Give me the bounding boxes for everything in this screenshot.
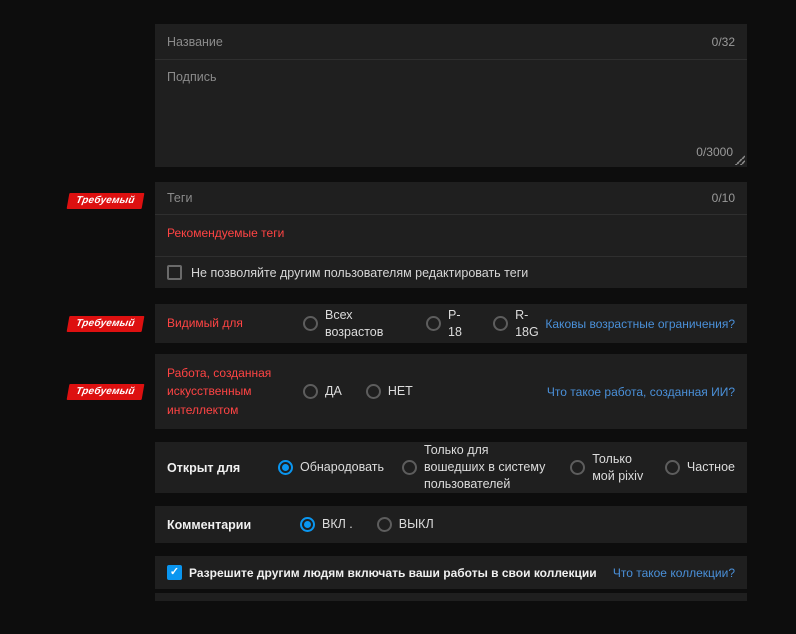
comments-row: Комментарии ВКЛ . ВЫКЛ — [0, 506, 796, 543]
radio-option-logged-in-only[interactable]: Только для вошедших в систему пользовате… — [402, 442, 552, 493]
radio-icon — [402, 460, 418, 475]
gutter — [0, 442, 155, 493]
title-caption-row: 0/32 0/3000 — [0, 24, 796, 167]
gutter: Требуемый — [0, 182, 155, 288]
age-restriction-help-link[interactable]: Каковы возрастные ограничения? — [545, 317, 735, 331]
ai-generated-options: ДА НЕТ — [303, 383, 413, 400]
ai-generated-help-link[interactable]: Что такое работа, созданная ИИ? — [547, 385, 735, 399]
required-badge: Требуемый — [67, 193, 145, 209]
title-input[interactable] — [167, 34, 712, 49]
radio-option-comments-on[interactable]: ВКЛ . — [300, 516, 353, 533]
tags-panel: 0/10 Рекомендуемые теги Не позволяйте др… — [155, 182, 747, 288]
caption-field: 0/3000 — [155, 60, 747, 167]
gutter: Требуемый — [0, 304, 155, 343]
ai-generated-row: Требуемый Работа, созданная искусственны… — [0, 354, 796, 429]
gutter — [0, 556, 155, 589]
radio-icon — [376, 517, 392, 532]
ai-generated-label: Работа, созданная искусственным интеллек… — [167, 365, 272, 417]
check-icon: ✓ — [169, 566, 180, 578]
comments-label: Комментарии — [167, 517, 252, 532]
radio-label: НЕТ — [387, 384, 413, 399]
radio-option-ai-no[interactable]: НЕТ — [365, 383, 413, 400]
radio-option-r18g[interactable]: R-18G — [493, 307, 545, 341]
collections-label: Разрешите другим людям включать ваши раб… — [189, 565, 597, 580]
radio-option-mypixiv-only[interactable]: Только мой pixiv — [570, 451, 647, 485]
title-field-row: 0/32 — [155, 24, 747, 59]
radio-icon — [664, 460, 680, 475]
radio-icon — [303, 316, 318, 331]
required-badge: Требуемый — [67, 383, 145, 400]
publish-scope-row: Открыт для Обнародовать Только для вошед… — [0, 442, 796, 493]
gutter: Требуемый — [0, 354, 155, 429]
age-restriction-row: Требуемый Видимый для Всех возрастов P-1… — [0, 304, 796, 343]
radio-icon — [303, 384, 318, 399]
radio-selected-icon — [278, 460, 293, 475]
caption-textarea[interactable] — [155, 60, 747, 167]
comments-panel: Комментарии ВКЛ . ВЫКЛ — [155, 506, 747, 543]
radio-label: ДА — [325, 384, 342, 399]
radio-icon — [493, 316, 509, 331]
radio-label: P-18 — [448, 307, 462, 339]
collections-help-link[interactable]: Что такое коллекции? — [613, 566, 735, 580]
tags-row: Требуемый 0/10 Рекомендуемые теги Не поз… — [0, 182, 796, 288]
radio-icon — [426, 316, 442, 331]
publish-scope-options: Обнародовать Только для вошедших в систе… — [278, 442, 735, 493]
radio-option-ai-yes[interactable]: ДА — [303, 383, 342, 400]
title-caption-panel: 0/32 0/3000 — [155, 24, 747, 167]
age-restriction-panel: Видимый для Всех возрастов P-18 R-18G Ка… — [155, 304, 747, 343]
tag-lock-checkbox[interactable]: Не позволяйте другим пользователям редак… — [155, 257, 747, 288]
required-badge: Требуемый — [67, 315, 145, 332]
collections-checkbox[interactable]: ✓ Разрешите другим людям включать ваши р… — [167, 565, 597, 580]
radio-icon — [570, 460, 586, 475]
next-panel-partial — [155, 593, 747, 601]
radio-option-comments-off[interactable]: ВЫКЛ — [376, 516, 434, 533]
next-panel-partial-row — [0, 593, 796, 601]
radio-label: Всех возрастов — [325, 307, 384, 339]
collections-panel: ✓ Разрешите другим людям включать ваши р… — [155, 556, 747, 589]
tags-counter: 0/10 — [711, 191, 735, 205]
age-restriction-label: Видимый для — [167, 316, 243, 331]
publish-scope-label: Открыт для — [167, 460, 241, 475]
upload-form: 0/32 0/3000 Требуемый 0/10 Рекомендуемые… — [0, 24, 796, 601]
comments-options: ВКЛ . ВЫКЛ — [300, 516, 434, 533]
radio-label: ВЫКЛ — [398, 517, 434, 532]
tags-field-row: 0/10 — [155, 182, 747, 214]
radio-label: R-18G — [515, 307, 539, 339]
radio-option-private[interactable]: Частное — [664, 459, 735, 476]
gutter — [0, 506, 155, 543]
gutter — [0, 24, 155, 167]
caption-counter: 0/3000 — [696, 145, 733, 159]
tags-input[interactable] — [167, 191, 712, 205]
radio-label: Только для вошедших в систему пользовате… — [424, 443, 546, 491]
tag-lock-label: Не позволяйте другим пользователям редак… — [191, 265, 529, 280]
radio-option-public[interactable]: Обнародовать — [278, 459, 384, 476]
radio-label: ВКЛ . — [322, 517, 353, 532]
checkbox-checked-icon: ✓ — [167, 565, 182, 580]
radio-icon — [365, 384, 381, 399]
ai-generated-panel: Работа, созданная искусственным интеллек… — [155, 354, 747, 429]
radio-selected-icon — [300, 517, 315, 532]
radio-label: Обнародовать — [300, 460, 385, 475]
recommended-tags-label: Рекомендуемые теги — [167, 226, 285, 240]
age-restriction-options: Всех возрастов P-18 R-18G — [303, 307, 545, 341]
checkbox-unchecked-icon — [167, 265, 182, 280]
collections-row: ✓ Разрешите другим людям включать ваши р… — [0, 556, 796, 589]
publish-scope-panel: Открыт для Обнародовать Только для вошед… — [155, 442, 747, 493]
radio-option-all-ages[interactable]: Всех возрастов — [303, 307, 402, 341]
radio-option-r18[interactable]: P-18 — [426, 307, 469, 341]
radio-label: Только мой pixiv — [592, 451, 644, 483]
gutter — [0, 593, 155, 601]
resize-handle-icon[interactable] — [735, 155, 745, 165]
title-counter: 0/32 — [711, 34, 735, 49]
radio-label: Частное — [686, 460, 735, 475]
